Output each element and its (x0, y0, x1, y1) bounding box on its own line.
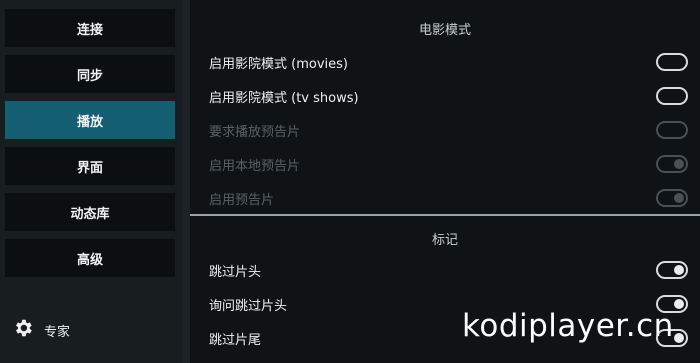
setting-label: 启用预告片 (209, 192, 275, 208)
sidebar-item-advanced[interactable]: 高级 (5, 239, 175, 277)
toggle-switch (656, 155, 688, 173)
setting-local-trailers: 启用本地预告片 (190, 147, 700, 181)
toggle-switch[interactable] (656, 53, 688, 71)
sidebar-item-playback[interactable]: 播放 (5, 101, 175, 139)
setting-require-trailers: 要求播放预告片 (190, 113, 700, 147)
sidebar-item-sync[interactable]: 同步 (5, 55, 175, 93)
setting-cinema-mode-movies[interactable]: 启用影院模式 (movies) (190, 45, 700, 79)
setting-label: 启用影院模式 (tv shows) (209, 90, 359, 106)
toggle-switch (656, 189, 688, 207)
toggle-switch[interactable] (656, 87, 688, 105)
setting-skip-intro[interactable]: 跳过片头 (190, 253, 700, 287)
setting-label: 启用本地预告片 (209, 158, 301, 174)
watermark-text: kodiplayer.cn (462, 308, 674, 344)
setting-cinema-mode-tv-shows[interactable]: 启用影院模式 (tv shows) (190, 79, 700, 113)
setting-label: 询问跳过片头 (209, 298, 288, 314)
setting-enable-trailers: 启用预告片 (190, 181, 700, 215)
setting-label: 跳过片尾 (209, 332, 262, 348)
sidebar-item-connection[interactable]: 连接 (5, 9, 175, 47)
gear-icon (12, 317, 34, 343)
setting-label: 要求播放预告片 (209, 124, 301, 140)
setting-label: 跳过片头 (209, 264, 262, 280)
section-title-markers: 标记 (431, 233, 458, 248)
expert-level-button[interactable]: 专家 (12, 318, 70, 342)
setting-label: 启用影院模式 (movies) (209, 56, 348, 72)
section-divider (190, 214, 700, 216)
sidebar-item-interface[interactable]: 界面 (5, 147, 175, 185)
sidebar: 连接 同步 播放 界面 动态库 高级 专家 (0, 0, 182, 363)
sidebar-item-library[interactable]: 动态库 (5, 193, 175, 231)
toggle-switch[interactable] (656, 261, 688, 279)
expert-label: 专家 (44, 324, 71, 340)
section-title-cinema-mode: 电影模式 (418, 23, 471, 38)
toggle-switch (656, 121, 688, 139)
